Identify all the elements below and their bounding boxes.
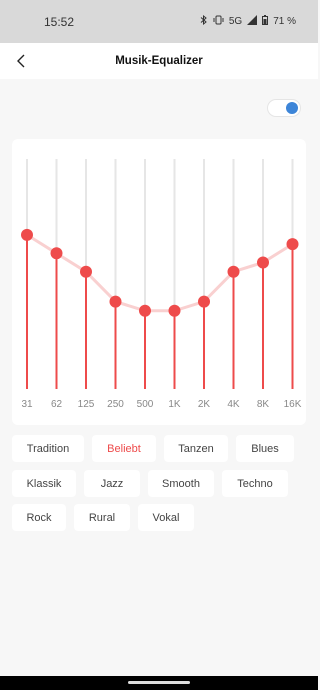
band-label-125: 125 bbox=[78, 399, 95, 410]
home-handle[interactable] bbox=[128, 681, 190, 684]
band-label-62: 62 bbox=[51, 399, 63, 410]
band-slider-31[interactable] bbox=[21, 228, 33, 241]
preset-smooth[interactable]: Smooth bbox=[148, 470, 214, 497]
eq-curve bbox=[26, 233, 294, 313]
band-label-8K: 8K bbox=[257, 399, 270, 410]
band-slider-8K[interactable] bbox=[257, 256, 269, 269]
battery-percent: 71 % bbox=[273, 16, 296, 27]
navigation-bar bbox=[0, 676, 318, 690]
preset-klassik[interactable]: Klassik bbox=[12, 470, 76, 497]
band-slider-250[interactable] bbox=[109, 295, 122, 308]
band-slider-4K[interactable] bbox=[227, 265, 240, 278]
band-slider-16K[interactable] bbox=[286, 238, 299, 251]
band-label-16K: 16K bbox=[284, 399, 302, 410]
preset-rock[interactable]: Rock bbox=[12, 504, 66, 531]
band-label-4K: 4K bbox=[227, 399, 240, 410]
band-label-1K: 1K bbox=[168, 399, 181, 410]
equalizer-chart: 31 62 125 250 500 1K 2K 4K 8K 16K bbox=[21, 159, 302, 410]
status-bar: 15:52 5G 71 % bbox=[0, 0, 318, 43]
bluetooth-icon bbox=[200, 14, 208, 28]
back-button[interactable] bbox=[14, 52, 30, 70]
band-slider-62[interactable] bbox=[50, 247, 63, 260]
preset-techno[interactable]: Techno bbox=[222, 470, 288, 497]
status-icons: 5G 71 % bbox=[200, 14, 296, 28]
network-type: 5G bbox=[228, 16, 243, 27]
app-bar: Musik-Equalizer bbox=[0, 43, 318, 79]
preset-rural[interactable]: Rural bbox=[74, 504, 130, 531]
signal-icon bbox=[247, 15, 258, 28]
status-time: 15:52 bbox=[44, 15, 75, 29]
band-label-500: 500 bbox=[137, 399, 154, 410]
band-label-31: 31 bbox=[21, 399, 33, 410]
band-slider-500[interactable] bbox=[139, 304, 151, 317]
equalizer-toggle[interactable] bbox=[267, 99, 301, 117]
preset-beliebt[interactable]: Beliebt bbox=[92, 435, 156, 462]
band-label-2K: 2K bbox=[198, 399, 211, 410]
band-slider-2K[interactable] bbox=[198, 295, 210, 308]
preset-tanzen[interactable]: Tanzen bbox=[164, 435, 228, 462]
preset-blues[interactable]: Blues bbox=[236, 435, 294, 462]
preset-tradition[interactable]: Tradition bbox=[12, 435, 84, 462]
toggle-knob bbox=[286, 102, 298, 114]
battery-icon bbox=[262, 15, 269, 28]
band-slider-125[interactable] bbox=[80, 265, 92, 278]
chevron-left-icon bbox=[17, 54, 25, 68]
band-slider-1K[interactable] bbox=[168, 304, 181, 317]
band-label-250: 250 bbox=[107, 399, 124, 410]
equalizer-panel: 31 62 125 250 500 1K 2K 4K 8K 16K bbox=[12, 139, 306, 425]
preset-vokal[interactable]: Vokal bbox=[138, 504, 194, 531]
vibrate-icon bbox=[213, 15, 224, 28]
page-title: Musik-Equalizer bbox=[115, 55, 203, 67]
preset-jazz[interactable]: Jazz bbox=[84, 470, 140, 497]
